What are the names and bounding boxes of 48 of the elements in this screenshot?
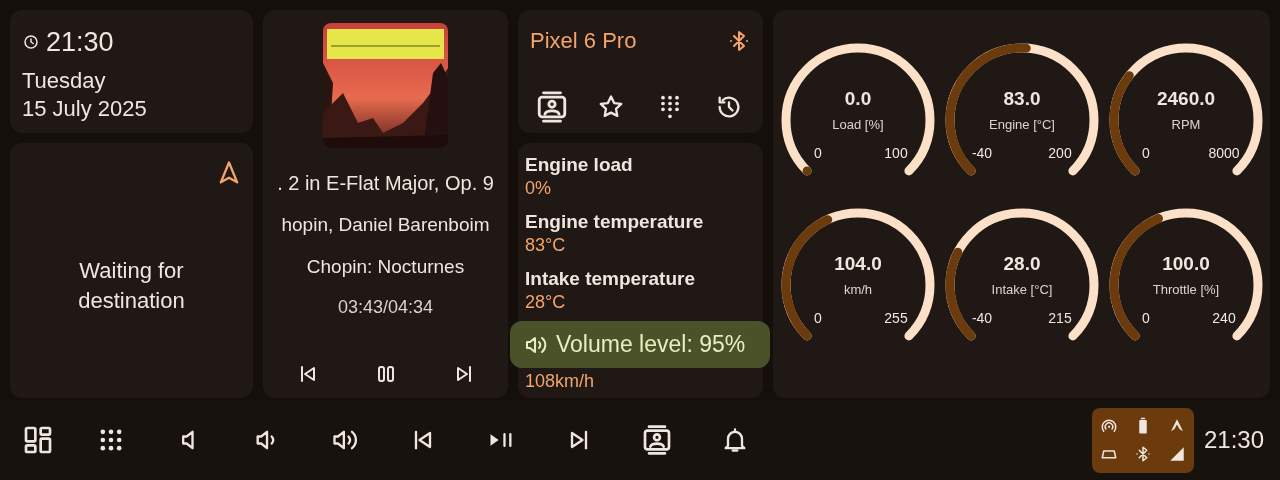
clock-icon	[22, 33, 40, 52]
obd-label: Intake temperature	[525, 267, 696, 291]
track-artist: hopin, Daniel Barenboim	[281, 213, 490, 237]
gauge-label: Engine [°C]	[988, 117, 1055, 132]
gauge-max: 240	[1211, 310, 1236, 326]
gauge-label: km/h	[843, 282, 872, 297]
obd-value: 0%	[525, 177, 552, 199]
gauge-value: 28.0	[1003, 253, 1040, 274]
album-title: Chopin: Nocturnes	[306, 254, 465, 279]
gauge-min: 0	[1141, 310, 1150, 326]
date-text: 15 July 2025	[22, 94, 148, 123]
gauge-min: -40	[971, 145, 992, 161]
gauge-label: Throttle [%]	[1152, 282, 1219, 297]
status-clock: 21:30	[1203, 425, 1264, 455]
bluetooth-icon	[727, 28, 751, 53]
gauge-min: 0	[1141, 145, 1150, 161]
obd-label: Engine temperature	[525, 210, 705, 234]
gauge-max: 200	[1047, 145, 1072, 161]
gauge-value: 100.0	[1161, 253, 1210, 274]
gauge-max: 8000	[1207, 145, 1240, 161]
gauge-min: 0	[813, 310, 822, 326]
navigation-status: Waiting for destination	[77, 256, 186, 315]
obd-label: Engine load	[525, 153, 634, 177]
obd-value: 28°C	[525, 291, 567, 313]
gauge-label: Intake [°C]	[991, 282, 1052, 297]
obd-value: 83°C	[525, 234, 567, 256]
gauge-label: RPM	[1171, 117, 1200, 132]
clock-time: 21:30	[46, 26, 114, 59]
gauge-value: 2460.0	[1156, 88, 1215, 109]
gauge-min: -40	[971, 310, 992, 326]
gauge-min: 0	[813, 145, 822, 161]
weekday-text: Tuesday	[22, 66, 107, 95]
track-time: 03:43/04:34	[337, 296, 434, 319]
gauge-label: Load [%]	[831, 117, 884, 132]
gauge-max: 215	[1047, 310, 1072, 326]
gauge-value: 0.0	[844, 88, 871, 109]
dashboard-icon	[22, 424, 54, 456]
gauge-max: 100	[883, 145, 908, 161]
device-name: Pixel 6 Pro	[530, 27, 637, 55]
contact-card-icon	[641, 424, 673, 456]
contact-card-icon	[535, 90, 569, 124]
gauge-max: 255	[883, 310, 908, 326]
gauge-value: 83.0	[1003, 88, 1040, 109]
bluetooth-icon	[1133, 445, 1152, 464]
track-title: . 2 in E-Flat Major, Op. 9	[277, 171, 494, 196]
obd-value: 108km/h	[525, 370, 596, 392]
gauge-value: 104.0	[833, 253, 882, 274]
volume-level-text: Volume level: 95%	[556, 330, 746, 360]
